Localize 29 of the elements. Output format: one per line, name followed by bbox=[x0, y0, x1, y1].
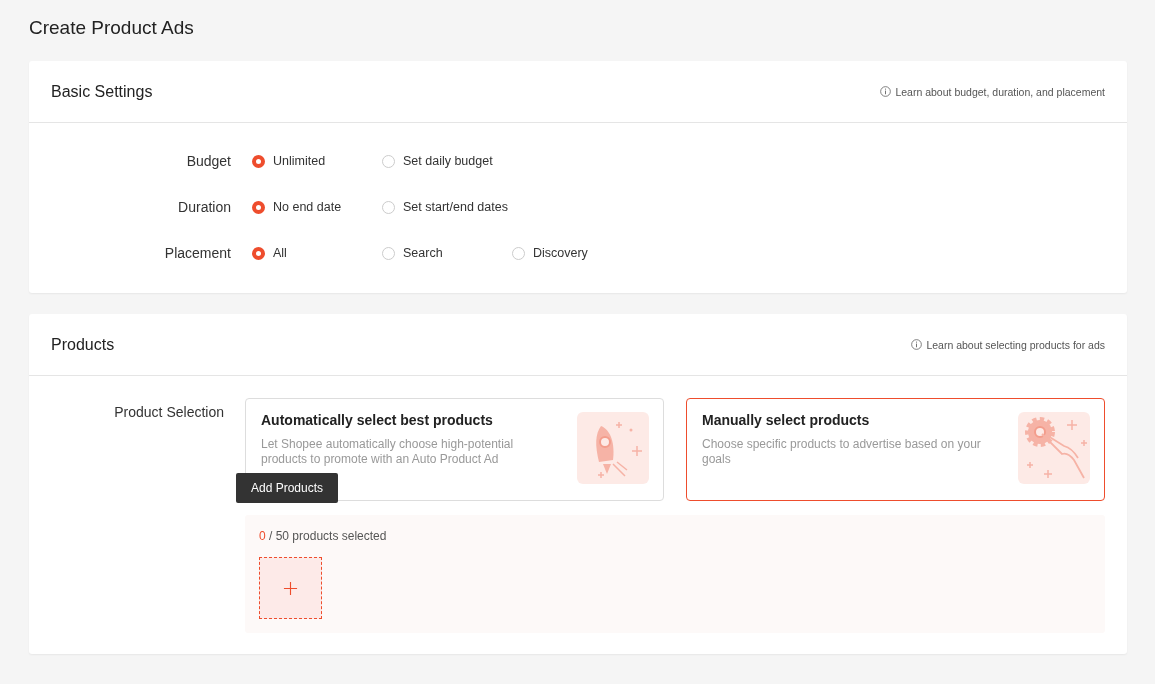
radio-option[interactable]: No end date bbox=[252, 200, 382, 214]
tooltip: Add Products bbox=[236, 473, 339, 503]
gear-hand-icon bbox=[1018, 412, 1090, 484]
option-title: Manually select products bbox=[702, 412, 871, 428]
add-product-button[interactable] bbox=[259, 557, 322, 619]
field-label: Duration bbox=[177, 199, 231, 215]
field-label: Product Selection bbox=[113, 403, 224, 422]
product-count: 0 / 50 products selected bbox=[259, 529, 388, 543]
option-title: Automatically select best products bbox=[261, 412, 494, 428]
help-link[interactable]: Learn about budget, duration, and placement bbox=[880, 85, 1105, 98]
page-title: Create Product Ads bbox=[29, 17, 195, 39]
field-label: Placement bbox=[163, 245, 231, 261]
section-title: Basic Settings bbox=[51, 82, 153, 101]
help-link[interactable]: Learn about selecting products for ads bbox=[911, 338, 1105, 351]
radio-option[interactable]: Unlimited bbox=[252, 154, 382, 168]
radio-option[interactable]: Search bbox=[382, 246, 512, 260]
radio-option[interactable]: Set daily budget bbox=[382, 154, 512, 168]
option-description: Let Shopee automatically choose high-potential products to promote with an Auto Product Ad bbox=[261, 437, 515, 467]
info-icon bbox=[880, 86, 892, 97]
selection-option-card[interactable]: Manually select products Choose specific products to advertise based on your goals bbox=[686, 398, 1105, 501]
info-icon bbox=[911, 339, 923, 350]
radio-option[interactable]: All bbox=[252, 246, 382, 260]
radio-option[interactable]: Set start/end dates bbox=[382, 200, 512, 214]
rocket-icon bbox=[577, 412, 649, 484]
field-label: Budget bbox=[185, 153, 231, 169]
radio-option[interactable]: Discovery bbox=[512, 246, 642, 260]
plus-icon bbox=[283, 580, 298, 596]
option-description: Choose specific products to advertise based on your goals bbox=[702, 437, 982, 467]
section-title: Products bbox=[51, 335, 115, 354]
